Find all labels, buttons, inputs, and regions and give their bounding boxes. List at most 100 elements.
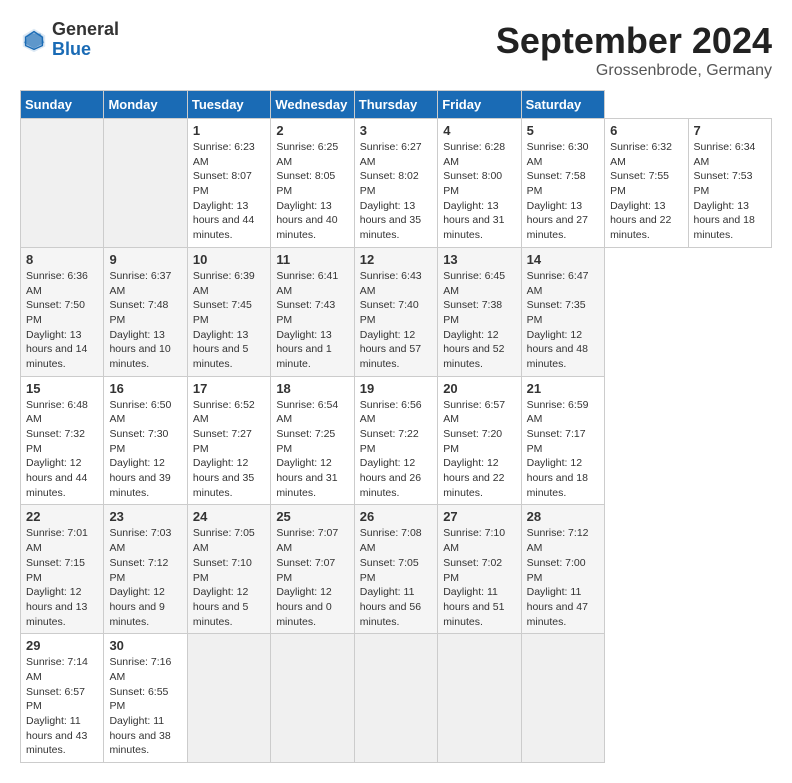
sunrise-label: Sunrise: 6:47 AM [527, 270, 589, 297]
day-number: 4 [443, 123, 515, 138]
sunset-label: Sunset: 7:27 PM [193, 428, 252, 455]
sunset-label: Sunset: 8:02 PM [360, 170, 419, 197]
sunrise-label: Sunrise: 7:08 AM [360, 527, 422, 554]
calendar-week-row: 29 Sunrise: 7:14 AM Sunset: 6:57 PM Dayl… [21, 634, 772, 763]
daylight-label: Daylight: 12 hours and 22 minutes. [443, 457, 504, 498]
sunset-label: Sunset: 7:35 PM [527, 299, 586, 326]
day-number: 11 [276, 252, 348, 267]
sunset-label: Sunset: 7:25 PM [276, 428, 335, 455]
calendar-cell: 23 Sunrise: 7:03 AM Sunset: 7:12 PM Dayl… [104, 505, 187, 634]
daylight-label: Daylight: 11 hours and 56 minutes. [360, 586, 421, 627]
day-number: 5 [527, 123, 599, 138]
day-header-sunday: Sunday [21, 91, 104, 119]
calendar-cell: 12 Sunrise: 6:43 AM Sunset: 7:40 PM Dayl… [354, 247, 437, 376]
sunrise-label: Sunrise: 6:48 AM [26, 399, 88, 426]
day-number: 15 [26, 381, 98, 396]
cell-details: Sunrise: 6:28 AM Sunset: 8:00 PM Dayligh… [443, 140, 515, 243]
calendar-cell [187, 634, 270, 763]
calendar-cell: 18 Sunrise: 6:54 AM Sunset: 7:25 PM Dayl… [271, 376, 354, 505]
cell-details: Sunrise: 7:12 AM Sunset: 7:00 PM Dayligh… [527, 526, 599, 629]
sunset-label: Sunset: 7:50 PM [26, 299, 85, 326]
calendar-cell: 22 Sunrise: 7:01 AM Sunset: 7:15 PM Dayl… [21, 505, 104, 634]
calendar-cell: 3 Sunrise: 6:27 AM Sunset: 8:02 PM Dayli… [354, 119, 437, 248]
sunset-label: Sunset: 8:05 PM [276, 170, 335, 197]
logo-icon [20, 26, 48, 54]
daylight-label: Daylight: 13 hours and 5 minutes. [193, 329, 248, 370]
daylight-label: Daylight: 12 hours and 35 minutes. [193, 457, 254, 498]
cell-details: Sunrise: 6:32 AM Sunset: 7:55 PM Dayligh… [610, 140, 682, 243]
sunrise-label: Sunrise: 6:52 AM [193, 399, 255, 426]
day-number: 26 [360, 509, 432, 524]
day-number: 30 [109, 638, 181, 653]
page-header: General Blue September 2024 Grossenbrode… [20, 20, 772, 80]
sunset-label: Sunset: 8:07 PM [193, 170, 252, 197]
sunrise-label: Sunrise: 6:34 AM [694, 141, 756, 168]
day-number: 12 [360, 252, 432, 267]
cell-details: Sunrise: 6:39 AM Sunset: 7:45 PM Dayligh… [193, 269, 265, 372]
sunrise-label: Sunrise: 6:32 AM [610, 141, 672, 168]
cell-details: Sunrise: 7:08 AM Sunset: 7:05 PM Dayligh… [360, 526, 432, 629]
day-number: 22 [26, 509, 98, 524]
sunset-label: Sunset: 7:43 PM [276, 299, 335, 326]
calendar-cell: 26 Sunrise: 7:08 AM Sunset: 7:05 PM Dayl… [354, 505, 437, 634]
daylight-label: Daylight: 12 hours and 26 minutes. [360, 457, 421, 498]
sunrise-label: Sunrise: 6:41 AM [276, 270, 338, 297]
sunset-label: Sunset: 7:20 PM [443, 428, 502, 455]
sunset-label: Sunset: 7:55 PM [610, 170, 669, 197]
calendar-body: 1 Sunrise: 6:23 AM Sunset: 8:07 PM Dayli… [21, 119, 772, 763]
calendar-week-row: 1 Sunrise: 6:23 AM Sunset: 8:07 PM Dayli… [21, 119, 772, 248]
calendar-week-row: 22 Sunrise: 7:01 AM Sunset: 7:15 PM Dayl… [21, 505, 772, 634]
calendar-cell [271, 634, 354, 763]
cell-details: Sunrise: 7:10 AM Sunset: 7:02 PM Dayligh… [443, 526, 515, 629]
daylight-label: Daylight: 13 hours and 22 minutes. [610, 200, 671, 241]
calendar-cell: 11 Sunrise: 6:41 AM Sunset: 7:43 PM Dayl… [271, 247, 354, 376]
daylight-label: Daylight: 12 hours and 52 minutes. [443, 329, 504, 370]
daylight-label: Daylight: 11 hours and 51 minutes. [443, 586, 504, 627]
cell-details: Sunrise: 6:50 AM Sunset: 7:30 PM Dayligh… [109, 398, 181, 501]
calendar-cell: 29 Sunrise: 7:14 AM Sunset: 6:57 PM Dayl… [21, 634, 104, 763]
calendar-cell: 10 Sunrise: 6:39 AM Sunset: 7:45 PM Dayl… [187, 247, 270, 376]
daylight-label: Daylight: 13 hours and 35 minutes. [360, 200, 421, 241]
day-header-thursday: Thursday [354, 91, 437, 119]
calendar-cell: 1 Sunrise: 6:23 AM Sunset: 8:07 PM Dayli… [187, 119, 270, 248]
cell-details: Sunrise: 6:25 AM Sunset: 8:05 PM Dayligh… [276, 140, 348, 243]
day-number: 1 [193, 123, 265, 138]
sunset-label: Sunset: 7:10 PM [193, 557, 252, 584]
sunset-label: Sunset: 6:55 PM [109, 686, 168, 713]
sunrise-label: Sunrise: 6:57 AM [443, 399, 505, 426]
daylight-label: Daylight: 12 hours and 31 minutes. [276, 457, 337, 498]
sunrise-label: Sunrise: 6:28 AM [443, 141, 505, 168]
day-number: 3 [360, 123, 432, 138]
day-number: 27 [443, 509, 515, 524]
sunset-label: Sunset: 7:05 PM [360, 557, 419, 584]
sunset-label: Sunset: 7:58 PM [527, 170, 586, 197]
sunset-label: Sunset: 7:38 PM [443, 299, 502, 326]
calendar-cell [438, 634, 521, 763]
daylight-label: Daylight: 13 hours and 40 minutes. [276, 200, 337, 241]
day-number: 19 [360, 381, 432, 396]
cell-details: Sunrise: 6:59 AM Sunset: 7:17 PM Dayligh… [527, 398, 599, 501]
day-header-saturday: Saturday [521, 91, 604, 119]
logo-blue: Blue [52, 40, 119, 60]
cell-details: Sunrise: 7:03 AM Sunset: 7:12 PM Dayligh… [109, 526, 181, 629]
calendar-cell: 8 Sunrise: 6:36 AM Sunset: 7:50 PM Dayli… [21, 247, 104, 376]
cell-details: Sunrise: 6:45 AM Sunset: 7:38 PM Dayligh… [443, 269, 515, 372]
day-number: 23 [109, 509, 181, 524]
calendar-cell: 30 Sunrise: 7:16 AM Sunset: 6:55 PM Dayl… [104, 634, 187, 763]
sunset-label: Sunset: 7:17 PM [527, 428, 586, 455]
sunset-label: Sunset: 7:32 PM [26, 428, 85, 455]
cell-details: Sunrise: 7:14 AM Sunset: 6:57 PM Dayligh… [26, 655, 98, 758]
sunrise-label: Sunrise: 7:05 AM [193, 527, 255, 554]
calendar-cell: 28 Sunrise: 7:12 AM Sunset: 7:00 PM Dayl… [521, 505, 604, 634]
day-number: 10 [193, 252, 265, 267]
daylight-label: Daylight: 13 hours and 27 minutes. [527, 200, 588, 241]
cell-details: Sunrise: 7:07 AM Sunset: 7:07 PM Dayligh… [276, 526, 348, 629]
calendar-table: SundayMondayTuesdayWednesdayThursdayFrid… [20, 90, 772, 763]
cell-details: Sunrise: 7:16 AM Sunset: 6:55 PM Dayligh… [109, 655, 181, 758]
sunrise-label: Sunrise: 7:16 AM [109, 656, 171, 683]
day-number: 24 [193, 509, 265, 524]
calendar-cell: 24 Sunrise: 7:05 AM Sunset: 7:10 PM Dayl… [187, 505, 270, 634]
daylight-label: Daylight: 12 hours and 18 minutes. [527, 457, 588, 498]
sunrise-label: Sunrise: 6:23 AM [193, 141, 255, 168]
daylight-label: Daylight: 11 hours and 47 minutes. [527, 586, 588, 627]
